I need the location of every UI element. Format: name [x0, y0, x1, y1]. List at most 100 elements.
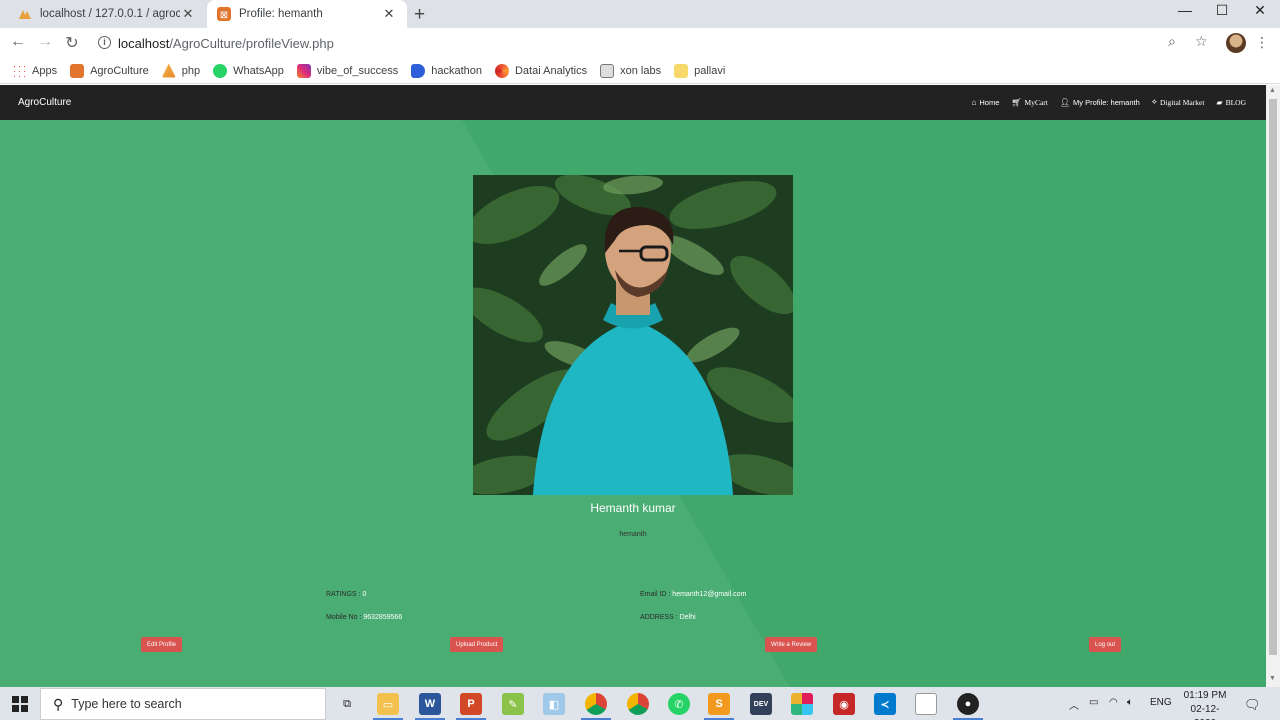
maximize-icon[interactable]: ☐ — [1207, 2, 1237, 19]
mobile-field: Mobile No : 9632859566 — [326, 614, 403, 621]
menu-kebab-icon[interactable]: ⋮ — [1255, 34, 1269, 51]
word-icon[interactable]: W — [419, 693, 441, 715]
nav-profile[interactable]: 👤︎ My Profile: hemanth — [1060, 97, 1140, 107]
bookmarks-bar: Apps AgroCulture php WhatsApp vibe_of_su… — [0, 58, 1280, 84]
scroll-down-icon[interactable]: ▼ — [1269, 675, 1276, 682]
bookmark-whatsapp[interactable]: WhatsApp — [213, 63, 284, 78]
chrome-icon[interactable] — [627, 693, 649, 715]
app-icon[interactable]: ◉ — [833, 693, 855, 715]
folder-icon — [674, 63, 689, 78]
browser-toolbar: ← → ↻ i localhost/AgroCulture/profileVie… — [0, 28, 1280, 58]
site-info-icon[interactable]: i — [98, 36, 111, 49]
bookmark-datai[interactable]: Datai Analytics — [494, 63, 587, 78]
phpmyadmin-icon — [161, 63, 176, 78]
bookmark-hackathon[interactable]: hackathon — [411, 63, 482, 78]
taskbar-clock[interactable]: 01:19 PM 02-12-2020 — [1180, 689, 1230, 720]
app-icon[interactable]: ◧ — [543, 693, 565, 715]
image-icon — [600, 63, 615, 78]
profile-avatar-icon[interactable] — [1226, 33, 1246, 53]
url-text: localhost/AgroCulture/profileView.php — [118, 36, 334, 51]
zoom-icon[interactable]: ⌕ — [1168, 33, 1176, 50]
powerpoint-icon[interactable]: P — [460, 693, 482, 715]
windows-start-icon[interactable] — [12, 696, 28, 712]
volume-icon[interactable]: 🔈︎ — [1127, 697, 1133, 708]
address-value: Delhi — [679, 614, 696, 621]
close-window-icon[interactable]: ✕ — [1245, 2, 1275, 19]
xampp-icon: ⊠ — [217, 7, 231, 21]
nav-links: ⌂ Home 🛒︎ MyCart 👤︎ My Profile: hemanth ⟡ Di… — [960, 97, 1246, 107]
search-icon: ⚲ — [53, 695, 64, 712]
tab-title: Profile: hemanth — [239, 8, 323, 20]
browser-tab-strip: localhost / 127.0.0.1 / agroculture ✕ ⊠ … — [0, 0, 1280, 28]
instagram-icon — [296, 63, 311, 78]
hackathon-icon — [411, 63, 426, 78]
wifi-icon[interactable]: ◠ — [1109, 697, 1118, 708]
datai-icon — [494, 63, 509, 78]
file-explorer-icon[interactable]: ▭ — [377, 693, 399, 715]
write-review-button[interactable]: Write a Review — [765, 637, 818, 652]
nav-blog[interactable]: ▰ BLOG — [1216, 97, 1246, 107]
xampp-icon — [70, 63, 85, 78]
comment-icon: ▰ — [1216, 97, 1223, 107]
task-view-icon[interactable]: ⧉ — [336, 693, 358, 715]
email-field: Email ID : hemanth12@gmail.com — [640, 591, 747, 598]
whatsapp-icon[interactable]: ✆ — [668, 693, 690, 715]
bookmark-apps[interactable]: Apps — [12, 63, 57, 78]
profile-name: Hemanth kumar — [590, 501, 676, 515]
bookmark-xonlabs[interactable]: xon labs — [600, 63, 661, 78]
minimize-icon[interactable]: — — [1170, 2, 1200, 18]
address-bar[interactable]: i localhost/AgroCulture/profileView.php — [90, 31, 1220, 55]
scroll-up-icon[interactable]: ▲ — [1269, 87, 1276, 94]
notepad-icon[interactable] — [915, 693, 937, 715]
nav-market[interactable]: ⟡ Digital Market — [1152, 97, 1205, 107]
bookmark-php[interactable]: php — [161, 63, 200, 78]
profile-photo — [473, 175, 793, 495]
bookmark-star-icon[interactable]: ☆ — [1195, 33, 1208, 50]
apps-grid-icon — [12, 63, 26, 78]
page-content: AgroCulture ⌂ Home 🛒︎ MyCart 👤︎ My Profile:… — [0, 85, 1266, 687]
windows-taskbar: ⚲ Type here to search ⧉ ▭ W P ✎ ◧ ✆ S DE… — [0, 687, 1280, 720]
bookmark-pallavi[interactable]: pallavi — [674, 63, 725, 78]
home-icon: ⌂ — [971, 97, 977, 107]
media-player-icon[interactable]: ● — [957, 693, 979, 715]
upload-product-button[interactable]: Upload Product — [450, 637, 504, 652]
close-tab-icon[interactable]: ✕ — [381, 6, 397, 22]
taskbar-search[interactable]: ⚲ Type here to search — [40, 688, 326, 720]
notifications-icon[interactable]: 🗨︎ — [1244, 697, 1261, 713]
back-icon[interactable]: ← — [8, 33, 28, 51]
reload-icon[interactable]: ↻ — [62, 33, 82, 53]
devcpp-icon[interactable]: DEV — [750, 693, 772, 715]
site-brand[interactable]: AgroCulture — [18, 97, 71, 108]
ratings-field: RATINGS : 0 — [326, 591, 367, 598]
slack-icon[interactable] — [791, 693, 813, 715]
scrollbar-thumb[interactable] — [1269, 99, 1277, 655]
logout-button[interactable]: Log out — [1089, 637, 1122, 652]
language-indicator[interactable]: ENG — [1150, 697, 1172, 708]
battery-icon[interactable]: ▭ — [1089, 697, 1098, 708]
leaf-icon: ⟡ — [1151, 97, 1158, 106]
tray-chevron-icon[interactable]: ︿ — [1069, 697, 1079, 712]
profile-username: hemanth — [619, 531, 647, 538]
site-navbar: AgroCulture ⌂ Home 🛒︎ MyCart 👤︎ My Profile:… — [0, 85, 1266, 120]
vscode-icon[interactable]: ≺ — [874, 693, 896, 715]
nav-cart[interactable]: 🛒︎ MyCart — [1011, 97, 1048, 107]
edit-profile-button[interactable]: Edit Profile — [141, 637, 183, 652]
whatsapp-icon — [213, 63, 228, 78]
forward-icon[interactable]: → — [35, 33, 55, 51]
page-scrollbar[interactable]: ▲ ▼ — [1266, 85, 1280, 687]
nav-home[interactable]: ⌂ Home — [972, 97, 1000, 107]
sublime-text-icon[interactable]: S — [708, 693, 730, 715]
cart-icon: 🛒︎ — [1011, 97, 1022, 107]
ratings-value: 0 — [362, 591, 367, 598]
bookmark-vibe[interactable]: vibe_of_success — [296, 63, 398, 78]
bookmark-agroculture[interactable]: AgroCulture — [70, 63, 149, 78]
tab-title: localhost / 127.0.0.1 / agroculture — [40, 8, 180, 20]
chrome-icon[interactable] — [585, 693, 607, 715]
app-icon[interactable]: ✎ — [502, 693, 524, 715]
mobile-value: 9632859566 — [363, 614, 403, 621]
email-value: hemanth12@gmail.com — [672, 591, 747, 598]
tab-phpmyadmin[interactable]: localhost / 127.0.0.1 / agroculture ✕ — [8, 0, 206, 28]
tab-profile[interactable]: ⊠ Profile: hemanth ✕ — [207, 0, 407, 28]
new-tab-icon[interactable]: + — [414, 4, 425, 26]
close-tab-icon[interactable]: ✕ — [180, 6, 196, 22]
